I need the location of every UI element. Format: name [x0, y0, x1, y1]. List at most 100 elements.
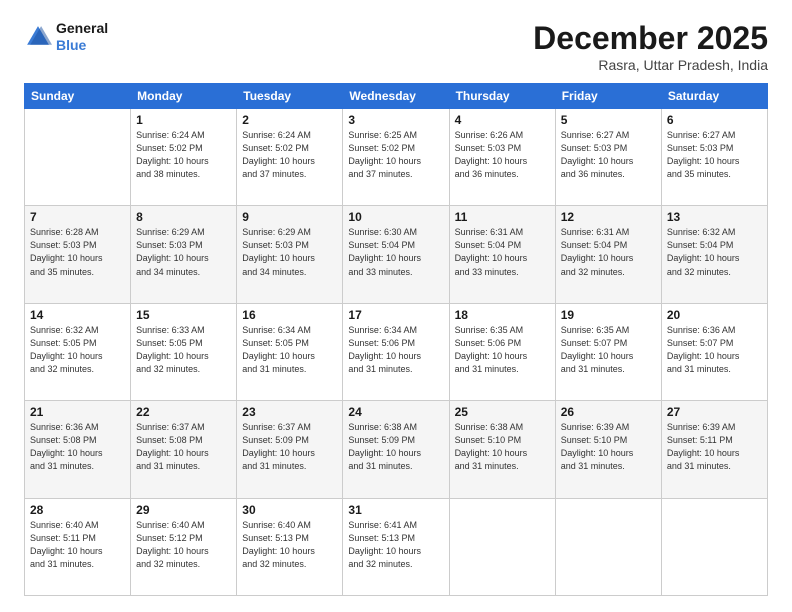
day-info: Sunrise: 6:39 AM Sunset: 5:11 PM Dayligh…: [667, 421, 762, 473]
header-wednesday: Wednesday: [343, 84, 449, 109]
header-monday: Monday: [131, 84, 237, 109]
day-info: Sunrise: 6:33 AM Sunset: 5:05 PM Dayligh…: [136, 324, 231, 376]
day-number: 20: [667, 308, 762, 322]
day-info: Sunrise: 6:34 AM Sunset: 5:05 PM Dayligh…: [242, 324, 337, 376]
day-info: Sunrise: 6:38 AM Sunset: 5:10 PM Dayligh…: [455, 421, 550, 473]
day-number: 27: [667, 405, 762, 419]
day-info: Sunrise: 6:40 AM Sunset: 5:12 PM Dayligh…: [136, 519, 231, 571]
day-info: Sunrise: 6:31 AM Sunset: 5:04 PM Dayligh…: [455, 226, 550, 278]
calendar-cell: 5 Sunrise: 6:27 AM Sunset: 5:03 PM Daylig…: [555, 109, 661, 206]
day-number: 24: [348, 405, 443, 419]
day-number: 26: [561, 405, 656, 419]
day-info: Sunrise: 6:36 AM Sunset: 5:07 PM Dayligh…: [667, 324, 762, 376]
day-info: Sunrise: 6:26 AM Sunset: 5:03 PM Dayligh…: [455, 129, 550, 181]
calendar-cell: 8 Sunrise: 6:29 AM Sunset: 5:03 PM Daylig…: [131, 206, 237, 303]
day-number: 21: [30, 405, 125, 419]
day-info: Sunrise: 6:27 AM Sunset: 5:03 PM Dayligh…: [667, 129, 762, 181]
day-info: Sunrise: 6:29 AM Sunset: 5:03 PM Dayligh…: [242, 226, 337, 278]
day-number: 1: [136, 113, 231, 127]
calendar-cell: 23 Sunrise: 6:37 AM Sunset: 5:09 PM Dayli…: [237, 401, 343, 498]
header-sunday: Sunday: [25, 84, 131, 109]
day-info: Sunrise: 6:41 AM Sunset: 5:13 PM Dayligh…: [348, 519, 443, 571]
day-number: 9: [242, 210, 337, 224]
day-number: 17: [348, 308, 443, 322]
day-info: Sunrise: 6:34 AM Sunset: 5:06 PM Dayligh…: [348, 324, 443, 376]
day-number: 5: [561, 113, 656, 127]
logo-icon: [24, 23, 52, 51]
calendar-week-1: 1 Sunrise: 6:24 AM Sunset: 5:02 PM Daylig…: [25, 109, 768, 206]
logo-line2: Blue: [56, 37, 108, 54]
day-number: 2: [242, 113, 337, 127]
calendar-cell: 22 Sunrise: 6:37 AM Sunset: 5:08 PM Dayli…: [131, 401, 237, 498]
day-info: Sunrise: 6:35 AM Sunset: 5:07 PM Dayligh…: [561, 324, 656, 376]
day-info: Sunrise: 6:36 AM Sunset: 5:08 PM Dayligh…: [30, 421, 125, 473]
day-info: Sunrise: 6:37 AM Sunset: 5:09 PM Dayligh…: [242, 421, 337, 473]
day-number: 6: [667, 113, 762, 127]
calendar-cell: 30 Sunrise: 6:40 AM Sunset: 5:13 PM Dayli…: [237, 498, 343, 595]
day-number: 30: [242, 503, 337, 517]
header-saturday: Saturday: [661, 84, 767, 109]
day-number: 23: [242, 405, 337, 419]
day-number: 13: [667, 210, 762, 224]
day-info: Sunrise: 6:40 AM Sunset: 5:13 PM Dayligh…: [242, 519, 337, 571]
day-number: 14: [30, 308, 125, 322]
calendar-cell: 3 Sunrise: 6:25 AM Sunset: 5:02 PM Daylig…: [343, 109, 449, 206]
day-info: Sunrise: 6:24 AM Sunset: 5:02 PM Dayligh…: [242, 129, 337, 181]
day-number: 3: [348, 113, 443, 127]
calendar-cell: 31Sunrise: 6:41 AM Sunset: 5:13 PM Dayli…: [343, 498, 449, 595]
day-number: 7: [30, 210, 125, 224]
calendar-cell: 19Sunrise: 6:35 AM Sunset: 5:07 PM Dayli…: [555, 303, 661, 400]
day-number: 12: [561, 210, 656, 224]
day-number: 16: [242, 308, 337, 322]
day-number: 8: [136, 210, 231, 224]
day-info: Sunrise: 6:32 AM Sunset: 5:05 PM Dayligh…: [30, 324, 125, 376]
logo: General Blue: [24, 20, 108, 54]
day-number: 29: [136, 503, 231, 517]
calendar-week-2: 7 Sunrise: 6:28 AM Sunset: 5:03 PM Daylig…: [25, 206, 768, 303]
day-info: Sunrise: 6:27 AM Sunset: 5:03 PM Dayligh…: [561, 129, 656, 181]
header-thursday: Thursday: [449, 84, 555, 109]
calendar-cell: [25, 109, 131, 206]
calendar-cell: 6 Sunrise: 6:27 AM Sunset: 5:03 PM Daylig…: [661, 109, 767, 206]
calendar-cell: 29 Sunrise: 6:40 AM Sunset: 5:12 PM Dayli…: [131, 498, 237, 595]
calendar-cell: 1 Sunrise: 6:24 AM Sunset: 5:02 PM Daylig…: [131, 109, 237, 206]
calendar-cell: [555, 498, 661, 595]
calendar-cell: [449, 498, 555, 595]
title-block: December 2025 Rasra, Uttar Pradesh, Indi…: [533, 20, 768, 73]
header-tuesday: Tuesday: [237, 84, 343, 109]
day-info: Sunrise: 6:32 AM Sunset: 5:04 PM Dayligh…: [667, 226, 762, 278]
day-info: Sunrise: 6:38 AM Sunset: 5:09 PM Dayligh…: [348, 421, 443, 473]
header: General Blue December 2025 Rasra, Uttar …: [24, 20, 768, 73]
calendar-cell: 16 Sunrise: 6:34 AM Sunset: 5:05 PM Dayli…: [237, 303, 343, 400]
day-info: Sunrise: 6:25 AM Sunset: 5:02 PM Dayligh…: [348, 129, 443, 181]
calendar-week-5: 28Sunrise: 6:40 AM Sunset: 5:11 PM Dayli…: [25, 498, 768, 595]
calendar-cell: 14 Sunrise: 6:32 AM Sunset: 5:05 PM Dayli…: [25, 303, 131, 400]
page: General Blue December 2025 Rasra, Uttar …: [0, 0, 792, 612]
day-number: 10: [348, 210, 443, 224]
day-info: Sunrise: 6:31 AM Sunset: 5:04 PM Dayligh…: [561, 226, 656, 278]
calendar-cell: 12 Sunrise: 6:31 AM Sunset: 5:04 PM Dayli…: [555, 206, 661, 303]
calendar-cell: 13 Sunrise: 6:32 AM Sunset: 5:04 PM Dayli…: [661, 206, 767, 303]
calendar-cell: 21 Sunrise: 6:36 AM Sunset: 5:08 PM Dayli…: [25, 401, 131, 498]
calendar-table: Sunday Monday Tuesday Wednesday Thursday…: [24, 83, 768, 596]
day-info: Sunrise: 6:29 AM Sunset: 5:03 PM Dayligh…: [136, 226, 231, 278]
calendar-cell: 9 Sunrise: 6:29 AM Sunset: 5:03 PM Daylig…: [237, 206, 343, 303]
day-info: Sunrise: 6:24 AM Sunset: 5:02 PM Dayligh…: [136, 129, 231, 181]
calendar-cell: 27 Sunrise: 6:39 AM Sunset: 5:11 PM Dayli…: [661, 401, 767, 498]
calendar-cell: 26Sunrise: 6:39 AM Sunset: 5:10 PM Dayli…: [555, 401, 661, 498]
day-number: 15: [136, 308, 231, 322]
day-info: Sunrise: 6:37 AM Sunset: 5:08 PM Dayligh…: [136, 421, 231, 473]
calendar-cell: 7 Sunrise: 6:28 AM Sunset: 5:03 PM Daylig…: [25, 206, 131, 303]
calendar-cell: 18Sunrise: 6:35 AM Sunset: 5:06 PM Dayli…: [449, 303, 555, 400]
calendar-cell: 20 Sunrise: 6:36 AM Sunset: 5:07 PM Dayli…: [661, 303, 767, 400]
day-number: 22: [136, 405, 231, 419]
day-number: 11: [455, 210, 550, 224]
logo-line1: General: [56, 20, 108, 37]
calendar-cell: 28Sunrise: 6:40 AM Sunset: 5:11 PM Dayli…: [25, 498, 131, 595]
weekday-header-row: Sunday Monday Tuesday Wednesday Thursday…: [25, 84, 768, 109]
calendar-cell: 2 Sunrise: 6:24 AM Sunset: 5:02 PM Daylig…: [237, 109, 343, 206]
day-number: 18: [455, 308, 550, 322]
calendar-cell: 11 Sunrise: 6:31 AM Sunset: 5:04 PM Dayli…: [449, 206, 555, 303]
calendar-cell: 17 Sunrise: 6:34 AM Sunset: 5:06 PM Dayli…: [343, 303, 449, 400]
day-info: Sunrise: 6:28 AM Sunset: 5:03 PM Dayligh…: [30, 226, 125, 278]
